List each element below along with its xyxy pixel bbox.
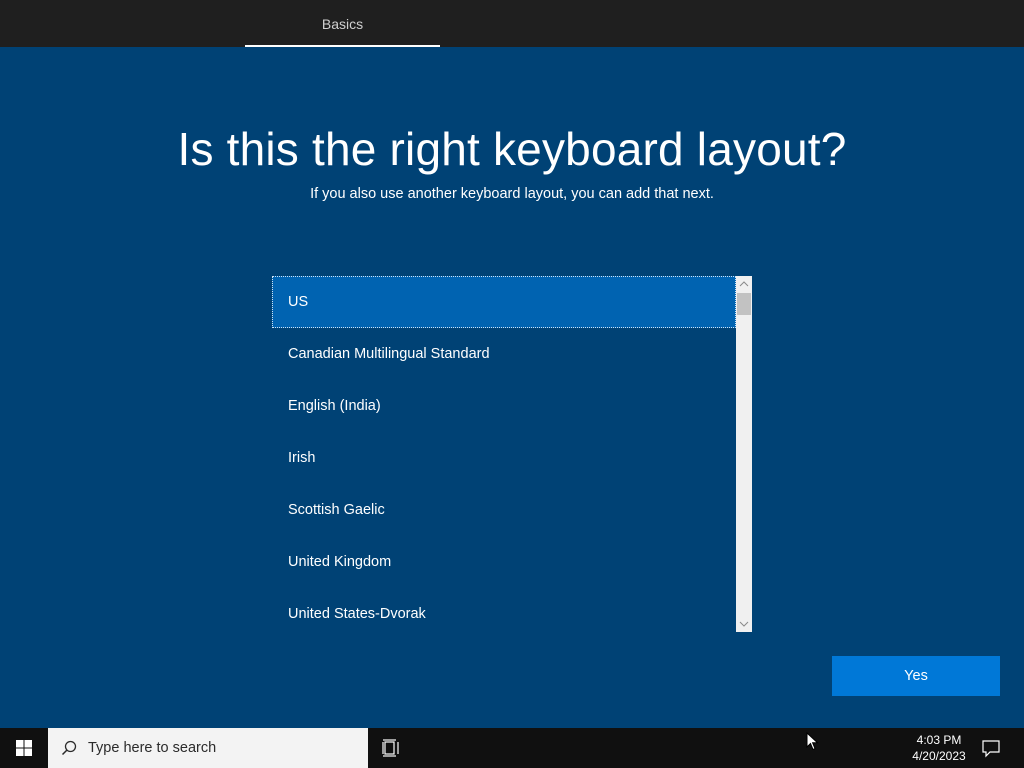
start-button[interactable] (0, 728, 48, 768)
system-clock[interactable]: 4:03 PM 4/20/2023 (896, 728, 982, 768)
task-view-button[interactable] (370, 728, 414, 768)
top-bar: Basics (0, 0, 1024, 47)
list-item-canadian-multilingual[interactable]: Canadian Multilingual Standard (272, 328, 736, 380)
yes-button[interactable]: Yes (832, 656, 1000, 696)
list-item-english-india[interactable]: English (India) (272, 380, 736, 432)
mouse-pointer-icon (806, 732, 819, 751)
action-center-button[interactable] (978, 728, 1006, 768)
list-item-scottish-gaelic[interactable]: Scottish Gaelic (272, 484, 736, 536)
windows-logo-icon (16, 740, 32, 756)
keyboard-layout-list[interactable]: US Canadian Multilingual Standard Englis… (272, 276, 752, 632)
tab-active-indicator (245, 45, 440, 47)
scroll-down-arrow-icon[interactable] (736, 616, 752, 632)
search-placeholder: Type here to search (88, 740, 217, 756)
scroll-up-arrow-icon[interactable] (736, 276, 752, 292)
list-item-us[interactable]: US (272, 276, 736, 328)
clock-time: 4:03 PM (916, 733, 962, 747)
scroll-thumb[interactable] (737, 293, 751, 315)
taskbar: Type here to search 4:03 PM 4/20/2023 (0, 728, 1024, 768)
search-icon (61, 740, 77, 756)
clock-date: 4/20/2023 (912, 749, 966, 763)
taskbar-search-box[interactable]: Type here to search (48, 728, 368, 768)
list-item-united-states-dvorak[interactable]: United States-Dvorak (272, 588, 736, 632)
page-subtitle: If you also use another keyboard layout,… (310, 186, 714, 202)
action-center-icon (982, 740, 1000, 758)
task-view-icon (382, 739, 399, 757)
page-title: Is this the right keyboard layout? (177, 123, 847, 175)
list-item-irish[interactable]: Irish (272, 432, 736, 484)
list-scrollbar[interactable] (736, 276, 752, 632)
tab-basics[interactable]: Basics (245, 0, 440, 47)
list-item-united-kingdom[interactable]: United Kingdom (272, 536, 736, 588)
